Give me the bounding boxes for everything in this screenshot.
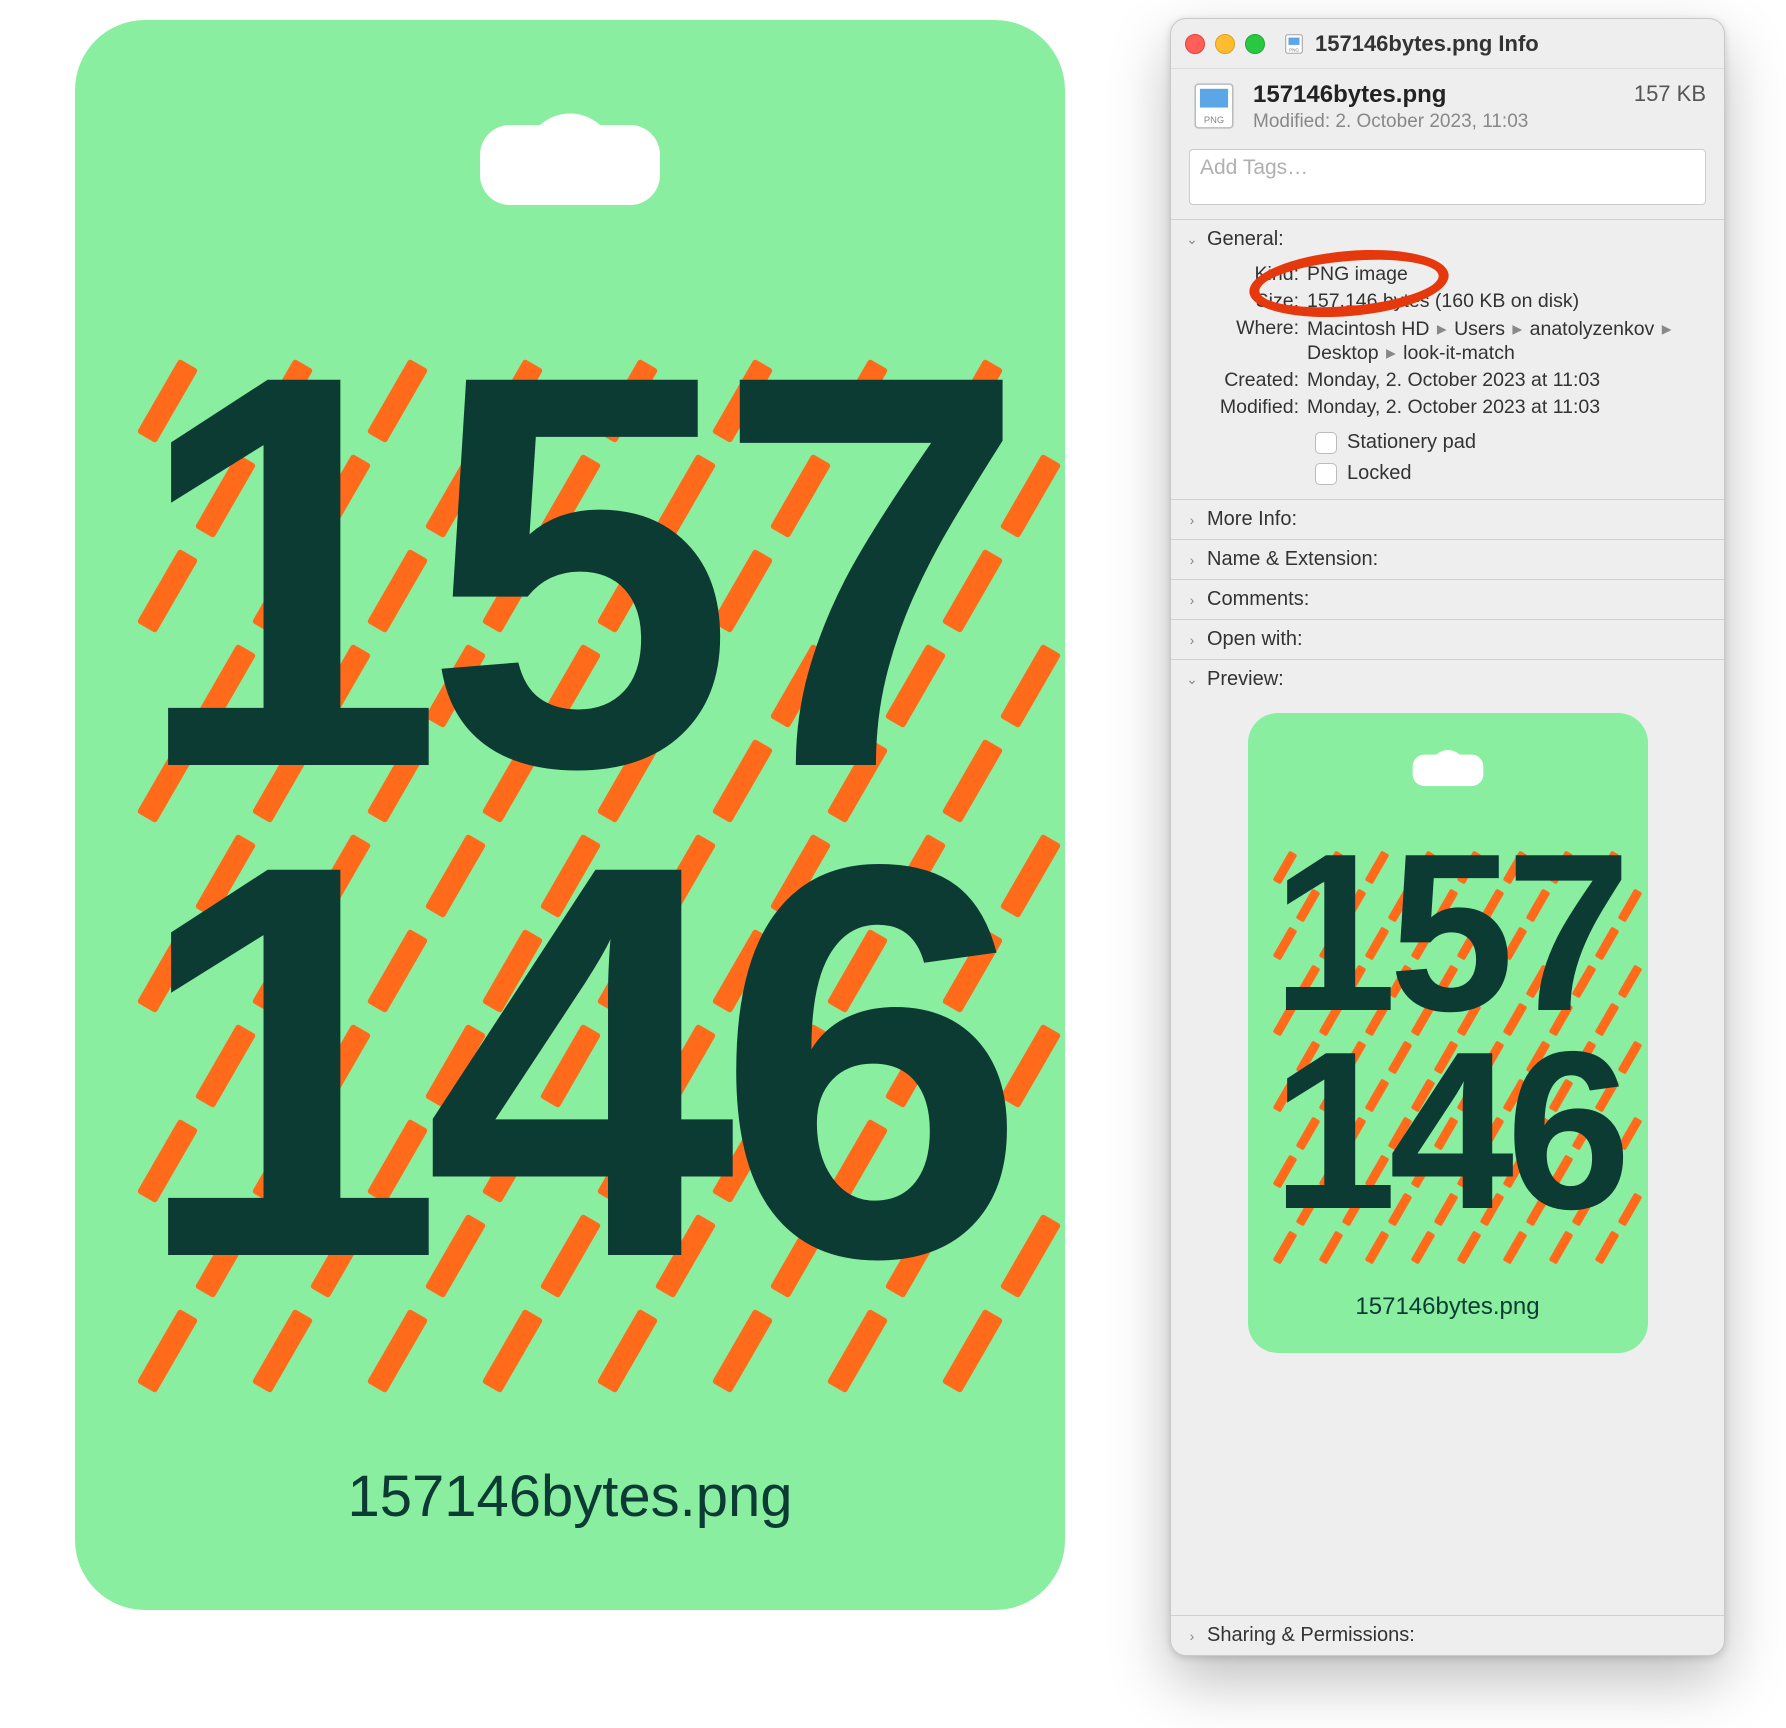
window-title: 157146bytes.png Info	[1315, 31, 1539, 57]
file-thumbnail-icon: PNG	[1189, 81, 1239, 131]
section-general-header[interactable]: ⌄ General:	[1171, 220, 1724, 259]
section-general-title: General:	[1207, 228, 1284, 251]
section-preview-header[interactable]: ⌄ Preview:	[1171, 660, 1724, 699]
file-header: PNG 157146bytes.png Modified: 2. October…	[1171, 69, 1724, 137]
where-value: Macintosh HD ▸ Users ▸ anatolyzenkov ▸ D…	[1307, 317, 1706, 365]
where-label: Where:	[1189, 317, 1307, 365]
chevron-right-icon: ›	[1185, 632, 1199, 648]
preview-caption: 157146bytes.png	[1248, 1293, 1648, 1321]
section-more-info-title: More Info:	[1207, 508, 1297, 531]
section-sharing-permissions-title: Sharing & Permissions:	[1207, 1624, 1415, 1647]
file-type-icon: PNG	[1283, 33, 1305, 55]
modified-label: Modified:	[1189, 396, 1307, 419]
preview-number-bottom: 146	[1248, 1031, 1648, 1229]
created-label: Created:	[1189, 369, 1307, 392]
tags-input[interactable]: Add Tags…	[1189, 149, 1706, 205]
zoom-window-button[interactable]	[1245, 34, 1265, 54]
section-sharing-permissions: › Sharing & Permissions:	[1171, 1615, 1724, 1655]
chevron-right-icon: ›	[1185, 1628, 1199, 1644]
stationery-pad-label: Stationery pad	[1347, 431, 1476, 454]
section-sharing-permissions-header[interactable]: › Sharing & Permissions:	[1171, 1616, 1724, 1655]
section-name-extension: › Name & Extension:	[1171, 539, 1724, 579]
kind-value: PNG image	[1307, 263, 1706, 286]
card-number-top: 157	[75, 325, 1065, 818]
section-open-with-title: Open with:	[1207, 628, 1303, 651]
chevron-right-icon: ›	[1185, 592, 1199, 608]
card-number-bottom: 146	[75, 815, 1065, 1308]
size-label: Size:	[1189, 290, 1307, 313]
file-size-short: 157 KB	[1634, 81, 1706, 107]
info-window: PNG 157146bytes.png Info PNG 157146bytes…	[1170, 18, 1725, 1656]
preview-number-top: 157	[1248, 833, 1648, 1031]
image-card: 157 146 157146bytes.png	[75, 20, 1065, 1610]
stationery-pad-checkbox-row: Stationery pad	[1189, 431, 1706, 454]
section-comments: › Comments:	[1171, 579, 1724, 619]
section-name-extension-title: Name & Extension:	[1207, 548, 1378, 571]
titlebar: PNG 157146bytes.png Info	[1171, 19, 1724, 69]
section-open-with-header[interactable]: › Open with:	[1171, 620, 1724, 659]
section-general: ⌄ General: Kind: PNG image Size: 157.146…	[1171, 219, 1724, 499]
file-modified-short: Modified: 2. October 2023, 11:03	[1253, 111, 1620, 133]
section-open-with: › Open with:	[1171, 619, 1724, 659]
kind-label: Kind:	[1189, 263, 1307, 286]
section-preview: ⌄ Preview: 157 146 157146bytes.png	[1171, 659, 1724, 1615]
section-more-info-header[interactable]: › More Info:	[1171, 500, 1724, 539]
file-name: 157146bytes.png	[1253, 81, 1620, 109]
hang-tag-hole-icon	[1393, 735, 1503, 790]
locked-label: Locked	[1347, 462, 1412, 485]
size-value: 157.146 bytes (160 KB on disk)	[1307, 290, 1706, 313]
preview-image: 157 146 157146bytes.png	[1248, 713, 1648, 1353]
chevron-right-icon: ›	[1185, 552, 1199, 568]
svg-text:PNG: PNG	[1204, 115, 1224, 125]
section-comments-header[interactable]: › Comments:	[1171, 580, 1724, 619]
hang-tag-hole-icon	[430, 75, 710, 215]
card-caption: 157146bytes.png	[75, 1463, 1065, 1530]
minimize-window-button[interactable]	[1215, 34, 1235, 54]
close-window-button[interactable]	[1185, 34, 1205, 54]
section-name-extension-header[interactable]: › Name & Extension:	[1171, 540, 1724, 579]
section-preview-title: Preview:	[1207, 668, 1284, 691]
svg-text:PNG: PNG	[1289, 47, 1299, 52]
chevron-down-icon: ⌄	[1185, 671, 1199, 688]
locked-checkbox-row: Locked	[1189, 462, 1706, 485]
section-more-info: › More Info:	[1171, 499, 1724, 539]
modified-value: Monday, 2. October 2023 at 11:03	[1307, 396, 1706, 419]
chevron-down-icon: ⌄	[1185, 231, 1199, 248]
locked-checkbox[interactable]	[1315, 463, 1337, 485]
chevron-right-icon: ›	[1185, 512, 1199, 528]
section-comments-title: Comments:	[1207, 588, 1309, 611]
stationery-pad-checkbox[interactable]	[1315, 432, 1337, 454]
created-value: Monday, 2. October 2023 at 11:03	[1307, 369, 1706, 392]
